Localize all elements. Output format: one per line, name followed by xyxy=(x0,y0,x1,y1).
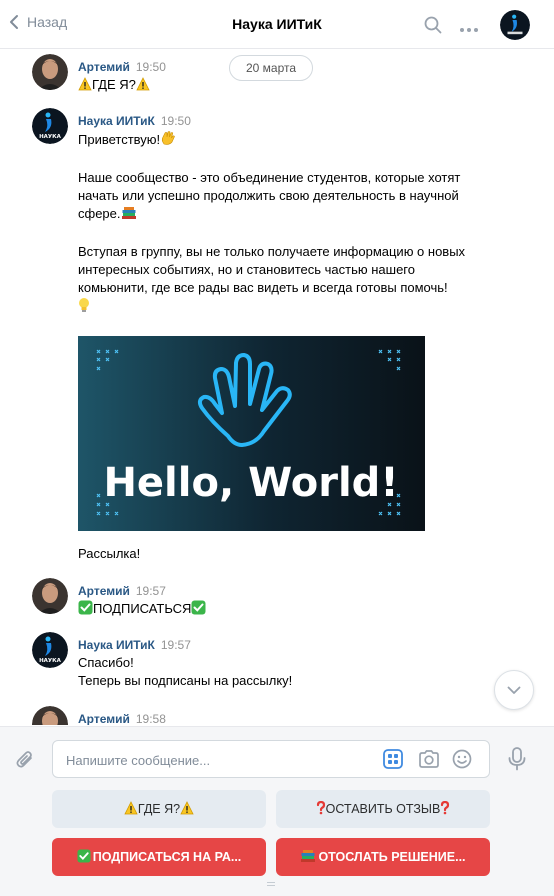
search-button[interactable] xyxy=(424,16,442,37)
composer: ГДЕ Я? ОСТАВИТЬ ОТЗЫВ ПОДПИСАТЬСЯ НА РА.… xyxy=(0,726,554,896)
check-emoji xyxy=(78,600,93,620)
avatar[interactable] xyxy=(32,54,68,90)
camera-icon xyxy=(419,750,439,768)
message-time: 19:50 xyxy=(160,114,191,128)
community-avatar[interactable] xyxy=(500,10,530,40)
scroll-down-button[interactable] xyxy=(494,670,534,710)
emoji-button[interactable] xyxy=(452,749,472,772)
more-button[interactable] xyxy=(459,21,479,36)
more-icon xyxy=(460,28,478,32)
message-text: Теперь вы подписаны на рассылку! xyxy=(78,673,293,688)
keyboard-button-label: ГДЕ Я? xyxy=(137,802,181,816)
message-text: ПОДПИСАТЬСЯ xyxy=(93,601,192,616)
logo-text: НАУКА xyxy=(39,658,62,664)
image-caption: Hello, World! xyxy=(103,460,398,506)
warning-emoji xyxy=(78,77,92,96)
keyboard-button-subscribe[interactable]: ПОДПИСАТЬСЯ НА РА... xyxy=(52,838,266,876)
smile-icon xyxy=(452,749,472,769)
message-text: Приветствую! xyxy=(78,132,161,147)
avatar[interactable]: НАУКА xyxy=(32,108,68,144)
check-emoji xyxy=(77,848,91,866)
hello-world-image[interactable]: Hello, World! xyxy=(78,336,478,531)
search-icon xyxy=(424,16,442,34)
message-text: ГДЕ Я? xyxy=(92,77,136,92)
books-emoji xyxy=(121,206,137,225)
keyboard-button-send-solution[interactable]: ОТОСЛАТЬ РЕШЕНИЕ... xyxy=(276,838,490,876)
message-author[interactable]: Артемий xyxy=(78,60,130,74)
message-text: Спасибо! xyxy=(78,655,134,670)
resize-grip[interactable] xyxy=(267,882,275,886)
books-emoji xyxy=(300,849,316,866)
chat-header: Назад Наука ИИТиК xyxy=(0,0,554,49)
keyboard-button-label: ОТОСЛАТЬ РЕШЕНИЕ... xyxy=(318,850,466,864)
message-time: 19:50 xyxy=(135,60,166,74)
avatar[interactable] xyxy=(32,578,68,614)
warning-emoji xyxy=(124,800,138,818)
avatar[interactable] xyxy=(32,706,68,725)
question-emoji xyxy=(316,800,326,818)
attach-button[interactable] xyxy=(14,749,36,774)
message-author[interactable]: Артемий xyxy=(78,584,130,598)
question-emoji xyxy=(440,800,450,818)
microphone-icon xyxy=(508,747,526,771)
message-input[interactable] xyxy=(66,750,366,770)
keyboard-button-where-am-i[interactable]: ГДЕ Я? xyxy=(52,790,266,828)
logo-text: НАУКА xyxy=(39,134,62,140)
keyboard-button-leave-feedback[interactable]: ОСТАВИТЬ ОТЗЫВ xyxy=(276,790,490,828)
message-author[interactable]: Наука ИИТиК xyxy=(78,638,155,652)
keyboard-button-label: ПОДПИСАТЬСЯ НА РА... xyxy=(92,850,242,864)
lightbulb-emoji xyxy=(78,297,90,318)
date-separator: 20 марта xyxy=(229,55,313,81)
check-emoji xyxy=(191,600,206,620)
message-time: 19:57 xyxy=(135,584,166,598)
avatar[interactable]: НАУКА xyxy=(32,632,68,668)
message-list: Артемий 19:50 ГДЕ Я? НАУКА Наука ИИТиК 19:… xyxy=(0,50,554,725)
camera-button[interactable] xyxy=(418,749,440,772)
message-author[interactable]: Наука ИИТиК xyxy=(78,114,155,128)
bot-keyboard-button[interactable] xyxy=(383,749,403,772)
chevron-down-icon xyxy=(507,686,521,694)
wave-emoji xyxy=(160,130,176,151)
keyboard-button-label: ОСТАВИТЬ ОТЗЫВ xyxy=(325,802,441,816)
voice-message-button[interactable] xyxy=(507,747,527,774)
message-time: 19:57 xyxy=(160,638,191,652)
warning-emoji xyxy=(180,800,194,818)
message-time: 19:58 xyxy=(135,712,166,725)
warning-emoji xyxy=(136,77,150,96)
message-text: Рассылка! xyxy=(78,546,141,561)
paperclip-icon xyxy=(16,751,32,768)
keyboard-icon xyxy=(383,749,403,769)
message-text: Вступая в группу, вы не только получаете… xyxy=(78,244,466,295)
message-input-box xyxy=(52,740,490,778)
message-author[interactable]: Артемий xyxy=(78,712,130,725)
